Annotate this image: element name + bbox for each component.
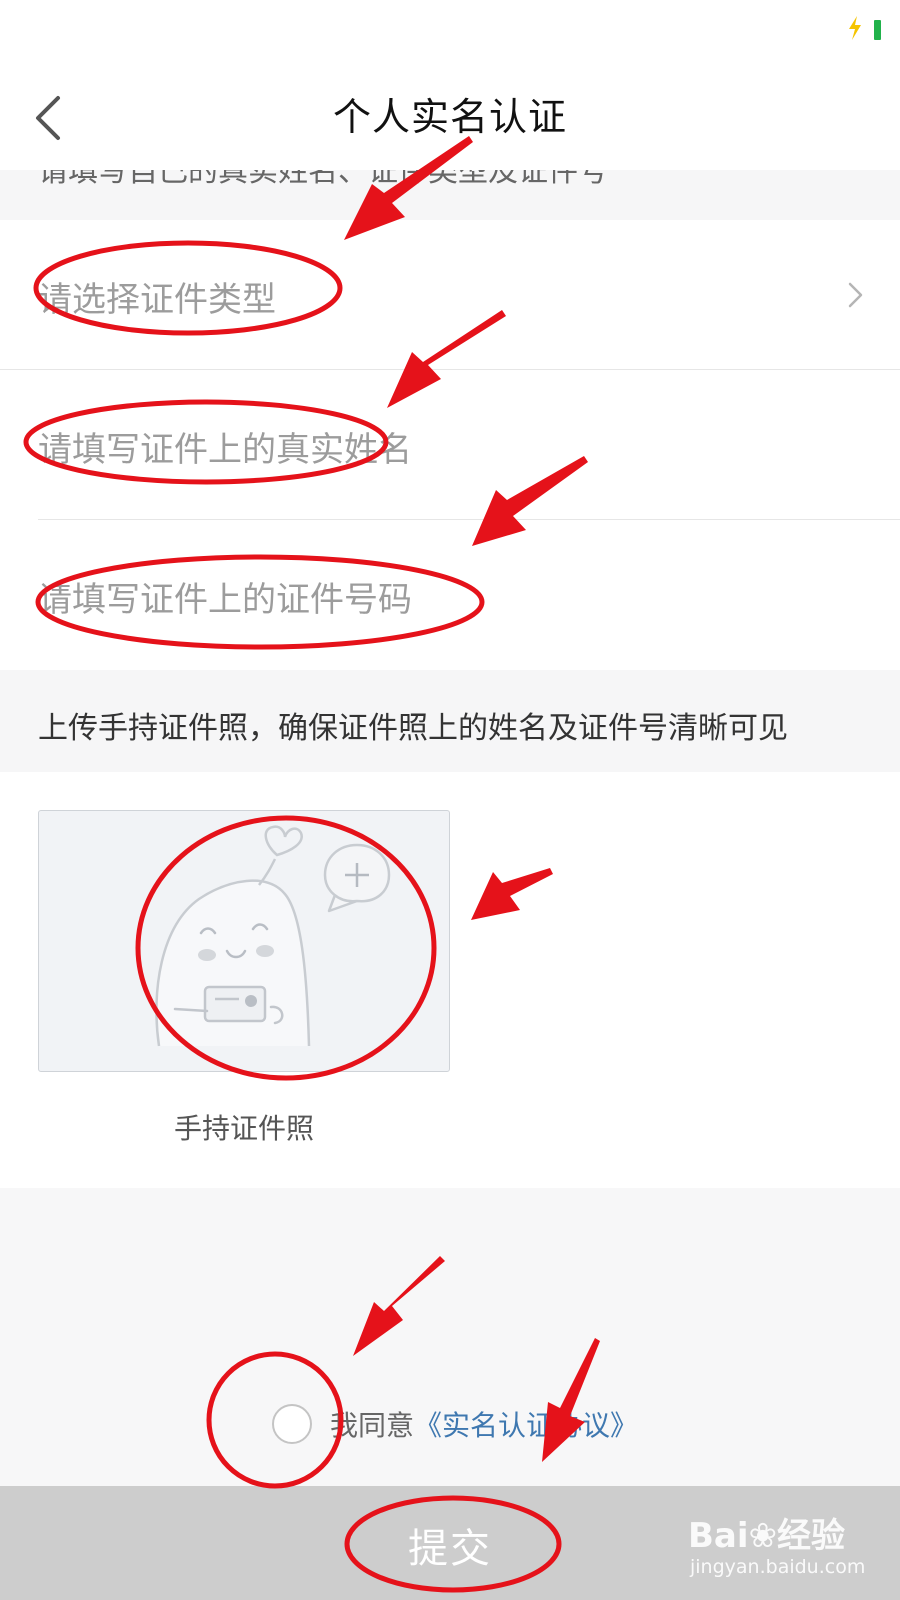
add-photo-icon <box>323 843 391 913</box>
upload-section-header: 上传手持证件照，确保证件照上的姓名及证件号清晰可见 <box>0 670 900 772</box>
agreement-text: 我同意《实名认证协议》 <box>330 1404 638 1444</box>
id-type-select[interactable]: 请选择证件类型 <box>0 220 900 370</box>
photo-upload-button[interactable] <box>38 810 450 1072</box>
id-holding-mascot-illustration <box>155 825 391 1047</box>
notice-text: 请填写自己的真实姓名、证件类型及证件号 <box>38 170 608 189</box>
battery-icon <box>874 20 881 40</box>
upload-instruction: 上传手持证件照，确保证件照上的姓名及证件号清晰可见 <box>38 711 788 746</box>
watermark-url: jingyan.baidu.com <box>690 1556 866 1578</box>
id-number-placeholder: 请填写证件上的证件号码 <box>38 580 412 620</box>
id-type-placeholder: 请选择证件类型 <box>38 280 276 320</box>
id-number-input[interactable]: 请填写证件上的证件号码 <box>0 520 900 670</box>
agreement-link[interactable]: 《实名认证协议》 <box>414 1409 638 1442</box>
upload-area: 手持证件照 <box>0 772 900 1188</box>
real-name-placeholder: 请填写证件上的真实姓名 <box>38 430 412 470</box>
watermark-logo-left: Bai <box>688 1516 749 1556</box>
chevron-right-icon <box>848 282 863 308</box>
notice-bar: 请填写自己的真实姓名、证件类型及证件号 <box>0 170 900 220</box>
real-name-input[interactable]: 请填写证件上的真实姓名 <box>0 370 900 520</box>
agree-radio[interactable] <box>272 1404 312 1444</box>
agreement-prefix: 我同意 <box>330 1409 415 1442</box>
paw-icon: ❀ <box>748 1516 778 1556</box>
nav-header: 个人实名认证 <box>0 60 900 170</box>
watermark-logo-right: 经验 <box>777 1516 846 1556</box>
status-bar <box>0 0 900 60</box>
page-title: 个人实名认证 <box>332 95 567 139</box>
upload-caption: 手持证件照 <box>173 1112 314 1145</box>
baidu-jingyan-watermark: Bai❀经验 jingyan.baidu.com <box>688 1508 888 1588</box>
agreement-area: 我同意《实名认证协议》 <box>0 1188 900 1486</box>
charging-bolt-icon <box>849 16 861 40</box>
watermark-logo: Bai❀经验 <box>688 1508 845 1557</box>
